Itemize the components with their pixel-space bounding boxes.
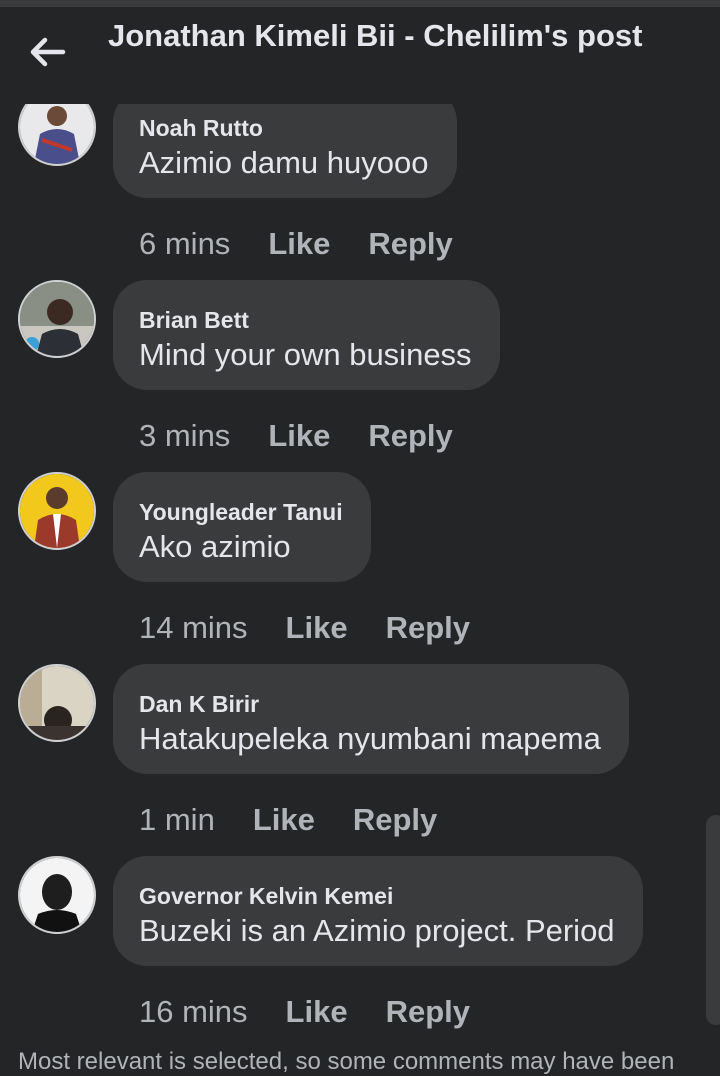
avatar[interactable] (18, 856, 96, 934)
comment-text: Hatakupeleka nyumbani mapema (139, 721, 601, 756)
comment-item: Youngleader Tanui Ako azimio 14 mins Lik… (0, 472, 720, 664)
reply-button[interactable]: Reply (386, 994, 470, 1030)
comment-actions: 1 min Like Reply (139, 798, 437, 842)
avatar[interactable] (18, 664, 96, 742)
like-button[interactable]: Like (286, 610, 348, 646)
comment-bubble[interactable]: Governor Kelvin Kemei Buzeki is an Azimi… (113, 856, 643, 966)
like-button[interactable]: Like (268, 226, 330, 262)
reply-button[interactable]: Reply (353, 802, 437, 838)
comment-bubble[interactable]: Noah Rutto Azimio damu huyooo (113, 88, 457, 198)
comment-author[interactable]: Dan K Birir (139, 690, 601, 718)
comment-time[interactable]: 16 mins (139, 994, 248, 1030)
comment-bubble[interactable]: Dan K Birir Hatakupeleka nyumbani mapema (113, 664, 629, 774)
profile-photo (20, 858, 94, 932)
comment-item: Brian Bett Mind your own business 3 mins… (0, 280, 720, 472)
comment-time[interactable]: 1 min (139, 802, 215, 838)
comment-actions: 3 mins Like Reply (139, 414, 453, 458)
reply-button[interactable]: Reply (368, 226, 452, 262)
comment-bubble[interactable]: Youngleader Tanui Ako azimio (113, 472, 371, 582)
comment-author[interactable]: Governor Kelvin Kemei (139, 882, 615, 910)
avatar[interactable] (18, 280, 96, 358)
page-title: Jonathan Kimeli Bii - Chelilim's post (108, 18, 643, 53)
like-button[interactable]: Like (268, 418, 330, 454)
comment-text: Buzeki is an Azimio project. Period (139, 913, 615, 948)
profile-photo (20, 282, 94, 356)
comment-actions: 14 mins Like Reply (139, 606, 470, 650)
relevance-notice: Most relevant is selected, so some comme… (18, 1048, 675, 1075)
like-button[interactable]: Like (286, 994, 348, 1030)
comment-time[interactable]: 14 mins (139, 610, 248, 646)
comment-bubble[interactable]: Brian Bett Mind your own business (113, 280, 500, 390)
comment-item: Dan K Birir Hatakupeleka nyumbani mapema… (0, 664, 720, 856)
comment-author[interactable]: Brian Bett (139, 306, 472, 334)
like-button[interactable]: Like (253, 802, 315, 838)
status-strip (0, 0, 720, 7)
profile-photo (20, 474, 94, 548)
comment-text: Ako azimio (139, 529, 291, 564)
comment-text: Azimio damu huyooo (139, 145, 429, 180)
avatar[interactable] (18, 472, 96, 550)
header-bar: Jonathan Kimeli Bii - Chelilim's post (0, 0, 720, 104)
reply-button[interactable]: Reply (368, 418, 452, 454)
arrow-left-icon (30, 37, 66, 67)
comment-actions: 6 mins Like Reply (139, 222, 453, 266)
comment-item: Noah Rutto Azimio damu huyooo 6 mins Lik… (0, 88, 720, 280)
comment-item: Governor Kelvin Kemei Buzeki is an Azimi… (0, 856, 720, 1048)
comment-author[interactable]: Youngleader Tanui (139, 498, 343, 526)
comment-actions: 16 mins Like Reply (139, 990, 470, 1034)
comment-text: Mind your own business (139, 337, 472, 372)
profile-photo (20, 666, 94, 740)
back-button[interactable] (26, 32, 70, 72)
comment-time[interactable]: 6 mins (139, 226, 230, 262)
comment-author[interactable]: Noah Rutto (139, 114, 429, 142)
reply-button[interactable]: Reply (386, 610, 470, 646)
scrollbar-thumb[interactable] (706, 815, 720, 1025)
comment-time[interactable]: 3 mins (139, 418, 230, 454)
